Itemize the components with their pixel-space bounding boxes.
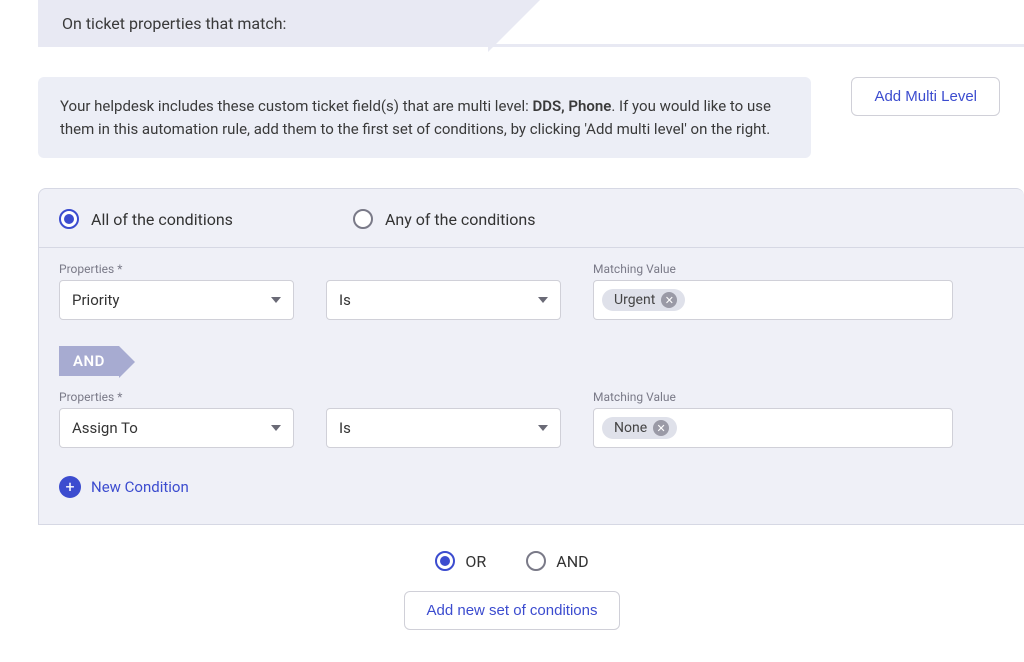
chevron-down-icon: [538, 297, 548, 303]
matching-value-input[interactable]: None ✕: [593, 408, 953, 448]
match-any-option[interactable]: Any of the conditions: [353, 209, 536, 229]
radio-icon: [353, 209, 373, 229]
section-header-title: On ticket properties that match:: [62, 14, 286, 33]
match-mode-radios: All of the conditions Any of the conditi…: [59, 207, 1004, 247]
properties-label: Properties *: [59, 262, 294, 276]
radio-icon: [59, 209, 79, 229]
add-multi-level-button[interactable]: Add Multi Level: [851, 77, 1000, 116]
multi-level-info: Your helpdesk includes these custom tick…: [38, 77, 811, 158]
plus-icon: +: [59, 476, 81, 498]
operator-select[interactable]: Is: [326, 408, 561, 448]
add-set-button[interactable]: Add new set of conditions: [404, 591, 621, 630]
set-logic-and[interactable]: AND: [526, 551, 588, 571]
conditions-container: All of the conditions Any of the conditi…: [38, 188, 1024, 525]
operator-select[interactable]: Is: [326, 280, 561, 320]
property-select[interactable]: Assign To: [59, 408, 294, 448]
matching-value-label: Matching Value: [593, 390, 953, 404]
radio-icon: [435, 551, 455, 571]
remove-chip-icon[interactable]: ✕: [653, 420, 669, 436]
chevron-down-icon: [271, 297, 281, 303]
value-chip: Urgent ✕: [602, 289, 685, 311]
value-chip: None ✕: [602, 417, 677, 439]
condition-row: Properties * Priority Is Matching Value …: [59, 248, 1004, 320]
new-condition-button[interactable]: + New Condition: [59, 476, 189, 498]
matching-value-label: Matching Value: [593, 262, 953, 276]
property-select[interactable]: Priority: [59, 280, 294, 320]
condition-row: Properties * Assign To Is Matching Value…: [59, 376, 1004, 448]
chevron-down-icon: [271, 425, 281, 431]
set-logic-radios: OR AND: [0, 551, 1024, 571]
match-all-option[interactable]: All of the conditions: [59, 209, 233, 229]
row-logic-badge: AND: [59, 346, 119, 376]
matching-value-input[interactable]: Urgent ✕: [593, 280, 953, 320]
radio-icon: [526, 551, 546, 571]
remove-chip-icon[interactable]: ✕: [661, 292, 677, 308]
properties-label: Properties *: [59, 390, 294, 404]
section-header: On ticket properties that match:: [38, 0, 488, 47]
chevron-down-icon: [538, 425, 548, 431]
set-logic-or[interactable]: OR: [435, 551, 486, 571]
